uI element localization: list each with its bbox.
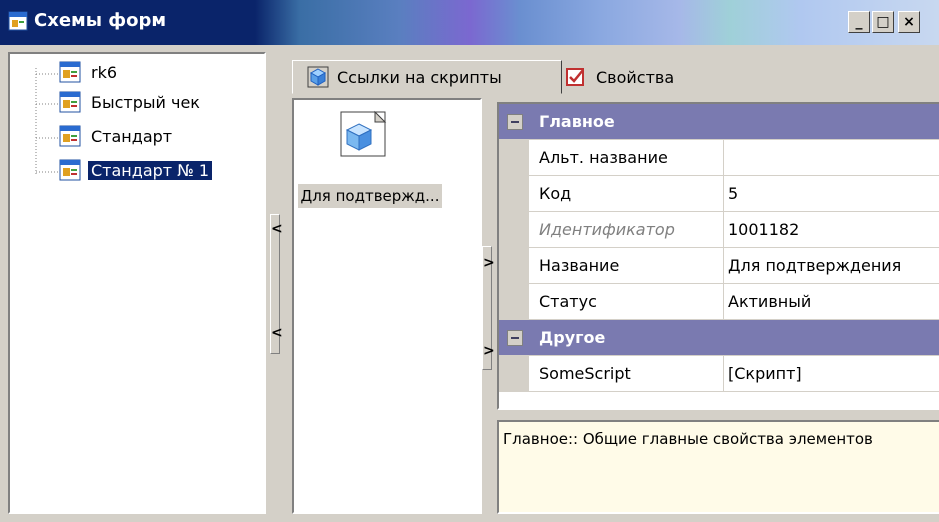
tree-item[interactable]: Стандарт	[58, 124, 175, 148]
tree-item-label: Стандарт	[91, 126, 173, 146]
property-name: Название	[539, 248, 724, 283]
property-description: Главное:: Общие главные свойства элемент…	[497, 420, 939, 514]
row-gutter	[499, 212, 529, 248]
tree-item[interactable]: Быстрый чек	[58, 90, 203, 114]
form-scheme-icon	[59, 61, 81, 83]
property-value[interactable]: 1001182	[728, 212, 939, 247]
minimize-button[interactable]: _	[848, 11, 870, 33]
expand-right-arrow[interactable]: >	[483, 255, 495, 271]
property-row[interactable]: Идентификатор 1001182	[499, 212, 939, 248]
collapse-minus-icon[interactable]	[507, 330, 523, 346]
close-button[interactable]: ×	[898, 11, 920, 33]
expand-right-arrow-bottom[interactable]: >	[483, 343, 495, 359]
tree-item[interactable]: Стандарт № 1	[58, 158, 213, 182]
property-name: Идентификатор	[539, 212, 724, 247]
schemes-tree[interactable]: rk6 Быстрый чек Стандарт Стандарт № 1	[8, 52, 266, 514]
script-item-label[interactable]: Для подтвержд...	[298, 184, 442, 208]
tree-item-label: Стандарт № 1	[88, 160, 213, 180]
property-row[interactable]: Статус Активный	[499, 284, 939, 320]
window-title: Схемы форм	[34, 10, 167, 31]
category-label: Главное	[539, 112, 615, 131]
tab-properties-label: Свойства	[596, 67, 675, 87]
property-row[interactable]: Название Для подтверждения	[499, 248, 939, 284]
property-name: Статус	[539, 284, 724, 319]
row-gutter	[499, 176, 529, 212]
property-name: Альт. название	[539, 140, 724, 175]
tab-script-links-label: Ссылки на скрипты	[337, 67, 502, 87]
row-gutter	[499, 284, 529, 320]
tree-item-label: rk6	[91, 62, 118, 82]
row-gutter	[499, 248, 529, 284]
description-text: Главное:: Общие главные свойства элемент…	[503, 430, 873, 448]
form-scheme-icon	[59, 159, 81, 181]
property-value[interactable]: [Скрипт]	[728, 356, 939, 391]
property-row[interactable]: Код 5	[499, 176, 939, 212]
category-label: Другое	[539, 328, 606, 347]
collapse-left-arrow[interactable]: <	[271, 221, 283, 237]
property-value[interactable]: 5	[728, 176, 939, 211]
left-splitter[interactable]: < <	[270, 214, 283, 354]
property-row[interactable]: SomeScript [Скрипт]	[499, 356, 939, 392]
property-row[interactable]: Альт. название	[499, 140, 939, 176]
property-value[interactable]: Для подтверждения	[728, 248, 939, 283]
property-value[interactable]: Активный	[728, 284, 939, 319]
tree-item[interactable]: rk6	[58, 60, 120, 84]
property-category[interactable]: Главное	[499, 104, 939, 140]
form-scheme-icon	[59, 91, 81, 113]
row-gutter	[499, 140, 529, 176]
property-grid[interactable]: Главное Альт. название Код 5 Идентификатор 10…	[497, 102, 939, 410]
property-category[interactable]: Другое	[499, 320, 939, 356]
maximize-button[interactable]: □	[872, 11, 894, 33]
tab-properties[interactable]: Свойства	[566, 60, 726, 94]
script-links-panel[interactable]: Для подтвержд...	[292, 98, 482, 514]
script-cube-icon	[340, 110, 387, 157]
tab-script-links[interactable]: Ссылки на скрипты	[292, 60, 562, 94]
collapse-minus-icon[interactable]	[507, 114, 523, 130]
title-bar[interactable]: Схемы форм _ □ ×	[0, 0, 939, 45]
middle-splitter[interactable]: > >	[482, 246, 495, 370]
tree-item-label: Быстрый чек	[91, 92, 200, 112]
form-scheme-icon	[59, 125, 81, 147]
row-gutter	[499, 356, 529, 392]
collapse-left-arrow-bottom[interactable]: <	[271, 325, 283, 341]
form-schemes-icon	[8, 11, 28, 31]
property-name: Код	[539, 176, 724, 211]
property-name: SomeScript	[539, 356, 724, 391]
property-value[interactable]	[728, 140, 939, 175]
cube-icon	[307, 66, 329, 88]
properties-checkbox-icon	[566, 68, 584, 86]
